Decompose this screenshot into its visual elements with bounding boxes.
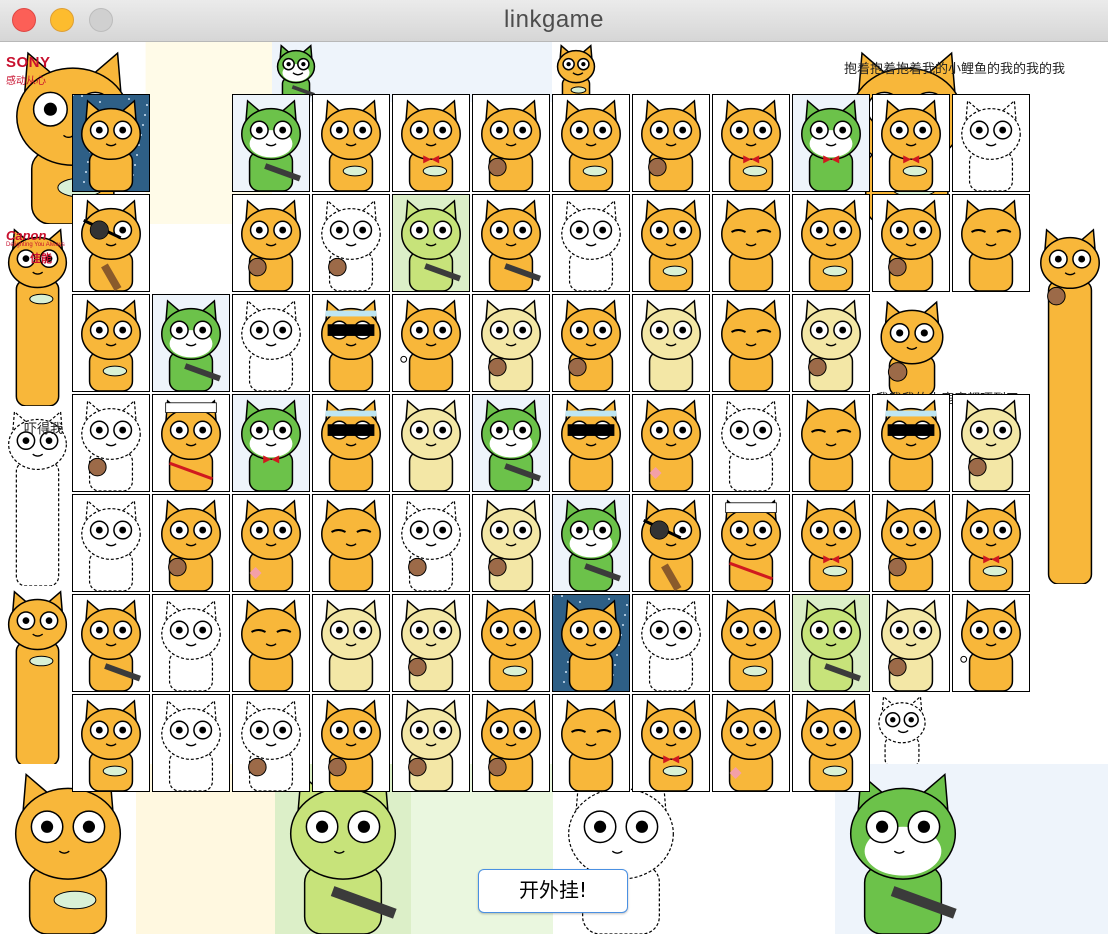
bg-fish-icon (872, 692, 1108, 767)
tile-cat-pale-teddy-icon[interactable] (792, 294, 870, 392)
tile-cat-sign-icon[interactable] (712, 494, 790, 592)
bg-green-cat-gun-icon (835, 764, 1108, 934)
tile-cat-green-bow-icon[interactable] (232, 394, 310, 492)
tile-cat-teddy-icon[interactable] (632, 94, 710, 192)
tile-cat-pale-teddy-icon[interactable] (472, 494, 550, 592)
tile-cat-sleepy-icon[interactable] (792, 394, 870, 492)
tile-cat-teddy-icon[interactable] (312, 694, 390, 792)
tile-cat-line-icon[interactable] (152, 594, 230, 692)
tile-cat-fish-bow-icon[interactable] (792, 494, 870, 592)
bg-caption-left: 吓得我 (24, 421, 64, 436)
tile-cat-green-bow-icon[interactable] (792, 94, 870, 192)
tile-cat-fish-icon[interactable] (312, 94, 390, 192)
tile-cat-heart-icon[interactable] (712, 694, 790, 792)
tile-cat-pale-teddy-icon[interactable] (952, 394, 1030, 492)
canon-logo: Canon (6, 228, 47, 243)
tile-cat-line-icon[interactable] (72, 494, 150, 592)
tile-cat-line-teddy-icon[interactable] (392, 494, 470, 592)
bg-cat-deer-icon (872, 296, 1032, 396)
tile-cat-sleepy-icon[interactable] (712, 294, 790, 392)
tile-cat-fish-bow-icon[interactable] (952, 494, 1030, 592)
tile-cat-teddy-icon[interactable] (472, 94, 550, 192)
tile-cat-night-icon[interactable] (72, 94, 150, 192)
tile-cat-line-icon[interactable] (152, 694, 230, 792)
bg-caption-top-right: 抱着抱着抱着我的小鲤鱼的我的我的我 (844, 61, 1066, 76)
tile-cat-lime-gun-icon[interactable] (792, 594, 870, 692)
tile-cat-teddy-icon[interactable] (232, 194, 310, 292)
tile-cat-fish-icon[interactable] (712, 594, 790, 692)
tile-cat-line-icon[interactable] (552, 194, 630, 292)
bg-green-cat-icon (272, 42, 552, 102)
tile-cat-fish-icon[interactable] (792, 694, 870, 792)
tile-cat-line-teddy-icon[interactable] (312, 194, 390, 292)
tile-cat-night-icon[interactable] (552, 594, 630, 692)
tile-cat-fish-icon[interactable] (72, 294, 150, 392)
tile-cat-teddy-icon[interactable] (472, 694, 550, 792)
window-title: linkgame (503, 6, 605, 33)
sony-logo: SONY (6, 54, 51, 71)
tile-cat-fish-icon[interactable] (72, 694, 150, 792)
tile-cat-sleepy-icon[interactable] (952, 194, 1030, 292)
tile-cat-gun-icon[interactable] (472, 194, 550, 292)
canon-slogan: Delighting You Always (6, 242, 65, 248)
tile-cat-guitar-pale-icon[interactable] (312, 594, 390, 692)
tile-cat-line-teddy-icon[interactable] (72, 394, 150, 492)
tile-cat-pale-teddy-icon[interactable] (392, 694, 470, 792)
tile-cat-green-gun-icon[interactable] (472, 394, 550, 492)
tile-cat-sleepy-icon[interactable] (232, 594, 310, 692)
tile-cat-pale-teddy-icon[interactable] (472, 294, 550, 392)
tile-cat-lime-gun-icon[interactable] (392, 194, 470, 292)
tile-cat-line-icon[interactable] (632, 594, 710, 692)
tile-cat-teddy-icon[interactable] (872, 494, 950, 592)
tile-cat-eyepatch-guitar-icon[interactable] (632, 494, 710, 592)
tile-cat-guitar-pale-icon[interactable] (392, 394, 470, 492)
cheat-button[interactable]: 开外挂! (478, 869, 628, 913)
tile-cat-sunglasses-icon[interactable] (312, 294, 390, 392)
tile-cat-line-icon[interactable] (952, 94, 1030, 192)
tile-cat-sparkle-icon[interactable] (392, 294, 470, 392)
tile-cat-sleepy-icon[interactable] (712, 194, 790, 292)
tile-cat-pale-teddy-icon[interactable] (872, 594, 950, 692)
tile-cat-green-gun-icon[interactable] (152, 294, 230, 392)
tile-cat-sleepy-icon[interactable] (552, 694, 630, 792)
tile-cat-heart-icon[interactable] (632, 394, 710, 492)
tile-cat-green-gun-icon[interactable] (552, 494, 630, 592)
tile-cat-teddy-icon[interactable] (152, 494, 230, 592)
tile-cat-line-icon[interactable] (232, 294, 310, 392)
tile-cat-fish-bow-icon[interactable] (712, 94, 790, 192)
canon-cn-logo: 佳能 (30, 253, 52, 265)
tile-cat-gun-icon[interactable] (72, 594, 150, 692)
tile-cat-teddy-icon[interactable] (872, 194, 950, 292)
tile-cat-sunglasses-icon[interactable] (312, 394, 390, 492)
tile-cat-sign-icon[interactable] (152, 394, 230, 492)
tile-cat-heart-icon[interactable] (232, 494, 310, 592)
tile-cat-green-gun-icon[interactable] (232, 94, 310, 192)
tile-cat-pale-teddy-icon[interactable] (392, 594, 470, 692)
tile-cat-sunglasses-icon[interactable] (552, 394, 630, 492)
tile-cat-sunglasses-icon[interactable] (872, 394, 950, 492)
sony-slogan: 感动从心 (6, 76, 46, 87)
tile-cat-teddy-icon[interactable] (552, 294, 630, 392)
tile-cat-eyepatch-guitar-icon[interactable] (72, 194, 150, 292)
window-titlebar: linkgame (0, 0, 1108, 42)
tile-cat-pale-icon[interactable] (632, 294, 710, 392)
tile-cat-fish-icon[interactable] (552, 94, 630, 192)
bg-cat-face-icon (552, 42, 834, 102)
tile-cat-line-teddy-icon[interactable] (232, 694, 310, 792)
tile-cat-fish-icon[interactable] (472, 594, 550, 692)
bg-cat-deer-icon (1032, 224, 1108, 584)
tile-cat-fish-icon[interactable] (632, 194, 710, 292)
tile-cat-fish-bow-icon[interactable] (872, 94, 950, 192)
tile-cat-fish-bow-icon[interactable] (632, 694, 710, 792)
tile-cat-sleepy-icon[interactable] (312, 494, 390, 592)
tile-cat-line-icon[interactable] (712, 394, 790, 492)
tile-cat-sparkle-icon[interactable] (952, 594, 1030, 692)
bg-cat-ninja-icon (0, 586, 75, 766)
tile-cat-fish-bow-icon[interactable] (392, 94, 470, 192)
tile-cat-fish-icon[interactable] (792, 194, 870, 292)
